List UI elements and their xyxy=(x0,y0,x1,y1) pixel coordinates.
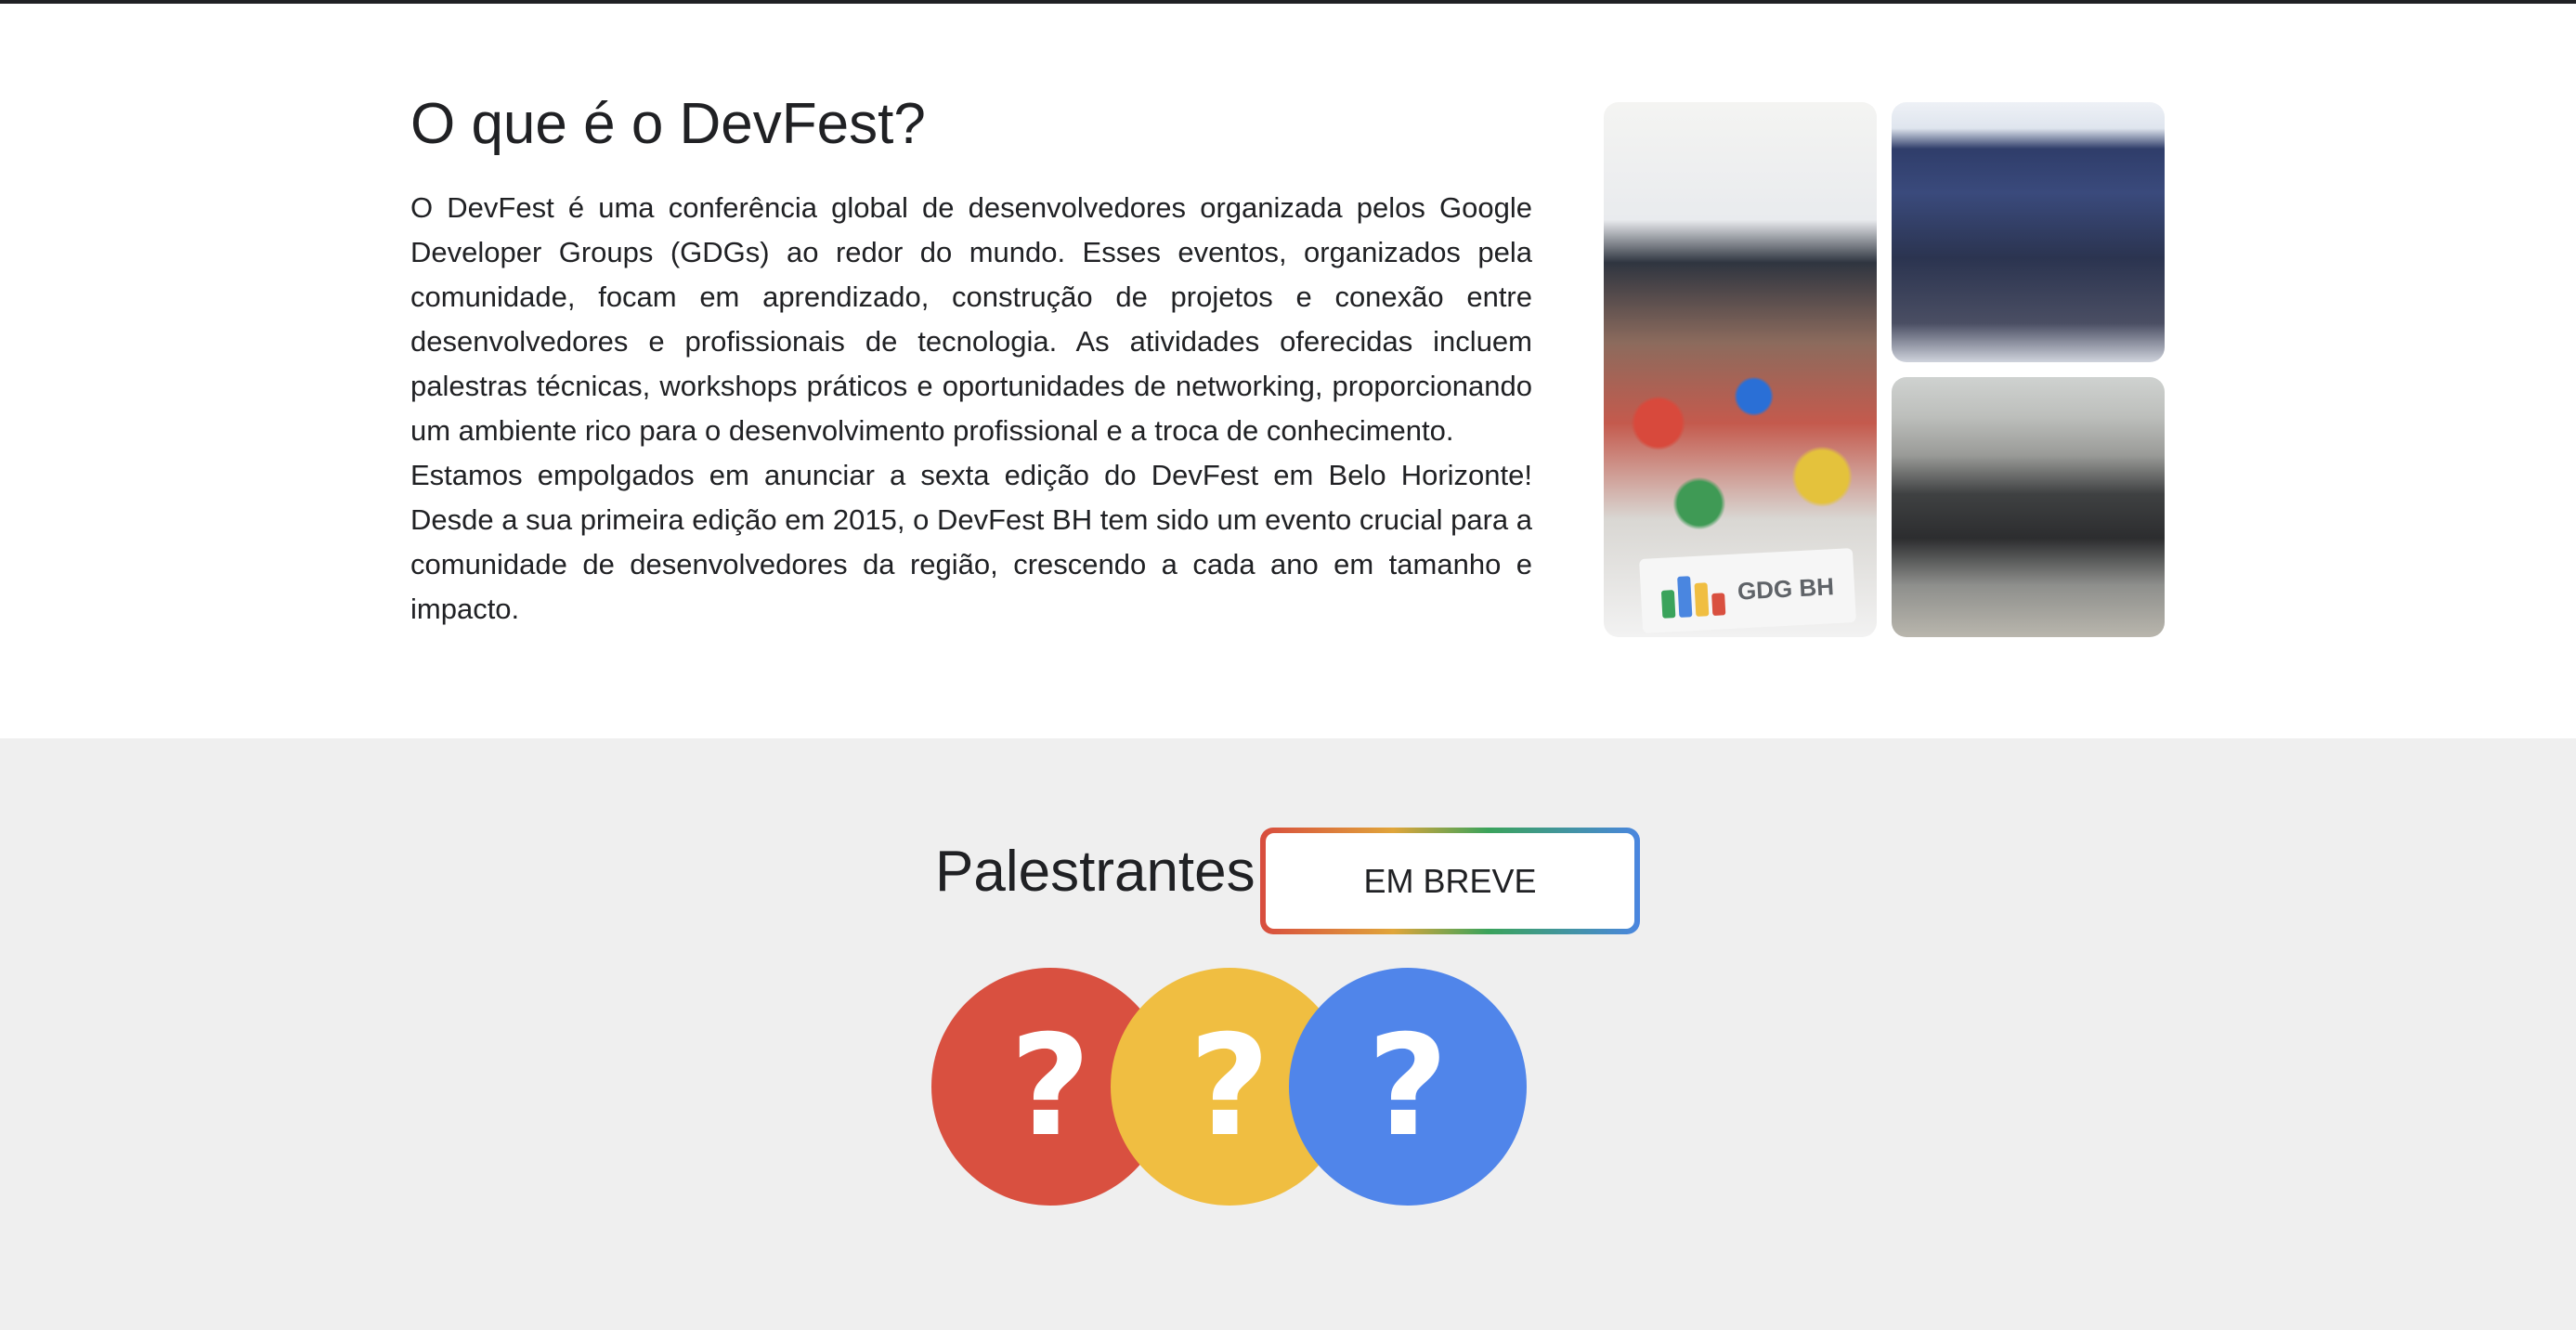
gdg-banner: GDG BH xyxy=(1639,548,1856,633)
event-photo-group xyxy=(1892,102,2165,362)
about-title: O que é o DevFest? xyxy=(410,92,926,156)
event-photo-crowd: GDG BH xyxy=(1604,102,1877,637)
question-mark-icon: ? xyxy=(1009,1006,1091,1167)
coming-soon-badge: EM BREVE xyxy=(1260,828,1640,934)
gdg-banner-text: GDG BH xyxy=(1737,571,1835,606)
coming-soon-label: EM BREVE xyxy=(1266,833,1634,929)
about-paragraph-2: Estamos empolgados em anunciar a sexta e… xyxy=(410,459,1532,625)
about-description: O DevFest é uma conferência global de de… xyxy=(410,186,1532,632)
speaker-placeholder-3: ? xyxy=(1289,968,1527,1206)
speakers-title: Palestrantes xyxy=(935,840,1255,904)
about-section: O que é o DevFest? O DevFest é uma confe… xyxy=(0,0,2576,738)
event-photo-hall xyxy=(1892,377,2165,637)
about-paragraph-1: O DevFest é uma conferência global de de… xyxy=(410,191,1532,447)
gdg-logo-icon xyxy=(1660,568,1728,619)
top-divider xyxy=(0,0,2576,4)
question-mark-icon: ? xyxy=(1189,1006,1270,1167)
speakers-section: Palestrantes EM BREVE ? ? ? xyxy=(0,738,2576,1330)
question-mark-icon: ? xyxy=(1367,1006,1449,1167)
photo-gallery: GDG BH xyxy=(1604,102,2165,637)
